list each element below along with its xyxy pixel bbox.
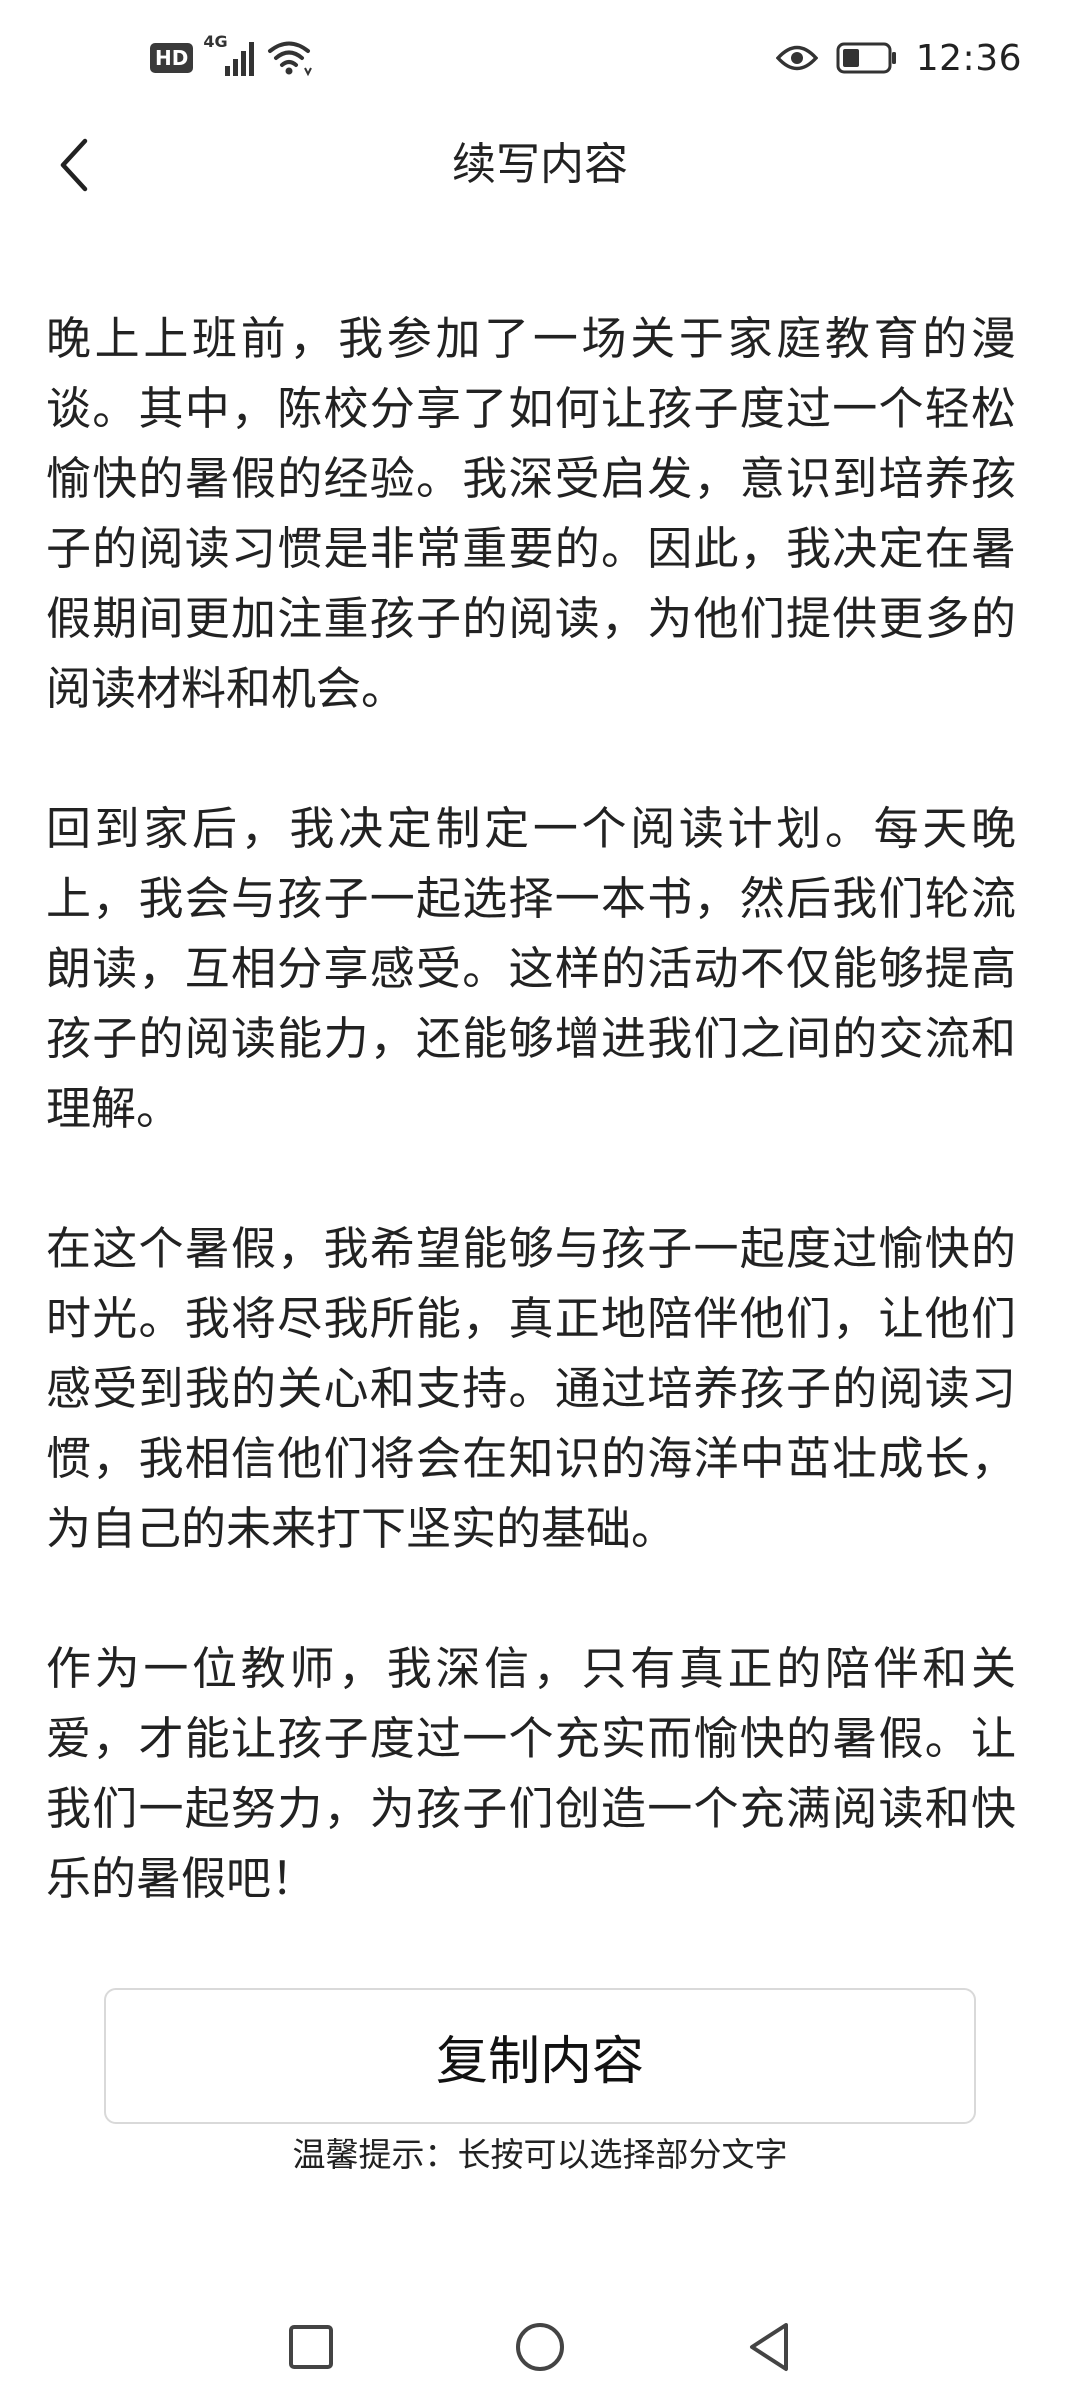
system-nav-bar [0,2290,1080,2400]
page-title: 续写内容 [452,139,628,190]
back-triangle-icon [750,2323,788,2371]
recents-button[interactable] [276,2312,346,2382]
home-button[interactable] [505,2312,575,2382]
content-paragraph[interactable]: 作为一位教师，我深信，只有真正的陪伴和关爱，才能让孩子度过一个充实而愉快的暑假。… [46,1634,1016,1914]
eye-icon [775,43,819,73]
back-nav-button[interactable] [734,2312,804,2382]
wifi-icon [267,38,313,78]
signal-icon: 4G [203,32,257,78]
hint-text: 温馨提示：长按可以选择部分文字 [292,2135,788,2174]
home-circle-icon [516,2323,564,2371]
battery-icon [836,41,898,75]
status-left: HD 4G [150,32,313,82]
status-bar: HD 4G 12:36 [0,0,1080,118]
continued-content[interactable]: 晚上上班前，我参加了一场关于家庭教育的漫谈。其中，陈校分享了如何让孩子度过一个轻… [46,304,1016,1984]
app-header: 续写内容 [0,120,1080,210]
recents-square-icon [289,2325,333,2369]
hd-icon: HD [150,43,194,73]
content-paragraph[interactable]: 回到家后，我决定制定一个阅读计划。每天晚上，我会与孩子一起选择一本书，然后我们轮… [46,794,1016,1144]
content-paragraph[interactable]: 晚上上班前，我参加了一场关于家庭教育的漫谈。其中，陈校分享了如何让孩子度过一个轻… [46,304,1016,724]
status-time: 12:36 [915,37,1022,79]
status-right: 12:36 [775,30,1022,86]
copy-content-button[interactable]: 复制内容 [104,1988,976,2124]
content-paragraph[interactable]: 在这个暑假，我希望能够与孩子一起度过愉快的时光。我将尽我所能，真正地陪伴他们，让… [46,1214,1016,1564]
